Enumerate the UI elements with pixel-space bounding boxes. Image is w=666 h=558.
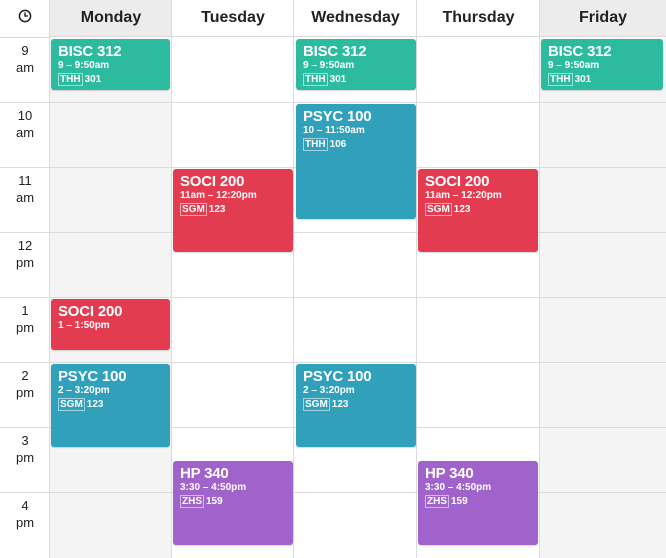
- room-number: 159: [451, 496, 468, 507]
- day-header-thursday: Thursday: [417, 0, 540, 37]
- time-label-12pm: 12 pm: [15, 238, 35, 270]
- building-tag: SGM: [58, 398, 85, 411]
- day-header-wednesday: Wednesday: [294, 0, 417, 37]
- grid-divider: [0, 362, 666, 363]
- event-time: 3:30 – 4:50pm: [180, 482, 247, 493]
- event-title: BISC 312: [303, 43, 367, 60]
- room-number: 123: [86, 399, 104, 410]
- clock-cell: [0, 0, 50, 38]
- event-location: ZHS 159: [180, 495, 287, 508]
- building-tag: THH: [303, 138, 328, 151]
- room-number: 106: [329, 139, 347, 150]
- event-location: SGM 123: [425, 203, 532, 216]
- grid-divider: [0, 492, 666, 493]
- event-location: SGM 123: [58, 398, 164, 411]
- event-time: 11am – 12:20pm: [180, 190, 257, 201]
- room-number: 123: [453, 204, 471, 215]
- event-card[interactable]: SOCI 200 11am – 12:20pm SGM 123: [418, 169, 538, 252]
- event-time: 1 – 1:50pm: [58, 320, 110, 331]
- event-card[interactable]: SOCI 200 11am – 12:20pm SGM 123: [173, 169, 293, 252]
- time-label-9am: 9 am: [15, 43, 35, 75]
- event-title: PSYC 100: [303, 368, 372, 385]
- room-number: 159: [206, 496, 223, 507]
- event-time: 9 – 9:50am: [303, 60, 355, 71]
- event-time: 9 – 9:50am: [548, 60, 600, 71]
- building-tag: THH: [548, 73, 573, 86]
- building-tag: THH: [58, 73, 83, 86]
- event-location: THH 301: [303, 73, 410, 86]
- event-location: SGM 123: [180, 203, 287, 216]
- event-card[interactable]: HP 340 3:30 – 4:50pm ZHS 159: [418, 461, 538, 545]
- building-tag: ZHS: [425, 495, 449, 508]
- event-location: SGM 123: [303, 398, 410, 411]
- calendar-header: Monday Tuesday Wednesday Thursday Friday: [0, 0, 666, 38]
- day-header-monday: Monday: [50, 0, 172, 37]
- weekly-calendar: Monday Tuesday Wednesday Thursday Friday…: [0, 0, 666, 558]
- event-title: BISC 312: [548, 43, 612, 60]
- event-time: 11am – 12:20pm: [425, 190, 502, 201]
- event-title: BISC 312: [58, 43, 122, 60]
- grid-divider: [0, 102, 666, 103]
- event-card[interactable]: BISC 312 9 – 9:50am THH 301: [296, 39, 416, 90]
- grid-divider: [293, 0, 294, 558]
- event-title: SOCI 200: [180, 173, 245, 190]
- event-card[interactable]: HP 340 3:30 – 4:50pm ZHS 159: [173, 461, 293, 545]
- grid-divider: [0, 297, 666, 298]
- event-title: SOCI 200: [58, 303, 123, 320]
- event-card[interactable]: PSYC 100 2 – 3:20pm SGM 123: [296, 364, 416, 447]
- building-tag: ZHS: [180, 495, 204, 508]
- event-card[interactable]: BISC 312 9 – 9:50am THH 301: [541, 39, 663, 90]
- room-number: 301: [574, 74, 592, 85]
- event-card[interactable]: BISC 312 9 – 9:50am THH 301: [51, 39, 170, 90]
- room-number: 123: [208, 204, 226, 215]
- room-number: 301: [329, 74, 347, 85]
- time-label-3pm: 3 pm: [15, 433, 35, 465]
- event-title: PSYC 100: [58, 368, 127, 385]
- room-number: 301: [84, 74, 102, 85]
- building-tag: THH: [303, 73, 328, 86]
- time-label-1pm: 1 pm: [15, 303, 35, 335]
- grid-divider: [0, 232, 666, 233]
- time-label-2pm: 2 pm: [15, 368, 35, 400]
- monday-column: [50, 38, 172, 558]
- time-label-11am: 11 am: [15, 173, 35, 205]
- event-title: PSYC 100: [303, 108, 372, 125]
- building-tag: SGM: [425, 203, 452, 216]
- event-location: THH 106: [303, 138, 410, 151]
- building-tag: SGM: [180, 203, 207, 216]
- event-title: HP 340: [425, 465, 474, 482]
- event-time: 2 – 3:20pm: [58, 385, 110, 396]
- event-time: 3:30 – 4:50pm: [425, 482, 492, 493]
- grid-divider: [49, 0, 50, 558]
- room-number: 123: [331, 399, 349, 410]
- grid-divider: [539, 0, 540, 558]
- event-card[interactable]: PSYC 100 2 – 3:20pm SGM 123: [51, 364, 170, 447]
- event-card[interactable]: PSYC 100 10 – 11:50am THH 106: [296, 104, 416, 219]
- grid-divider: [171, 0, 172, 558]
- event-title: SOCI 200: [425, 173, 490, 190]
- building-tag: SGM: [303, 398, 330, 411]
- time-label-4pm: 4 pm: [15, 498, 35, 530]
- day-header-tuesday: Tuesday: [172, 0, 294, 37]
- event-time: 10 – 11:50am: [303, 125, 365, 136]
- event-card[interactable]: SOCI 200 1 – 1:50pm: [51, 299, 170, 350]
- clock-icon: [18, 9, 32, 28]
- event-location: THH 301: [58, 73, 164, 86]
- event-time: 2 – 3:20pm: [303, 385, 355, 396]
- friday-column: [540, 38, 666, 558]
- time-label-10am: 10 am: [15, 108, 35, 140]
- event-location: ZHS 159: [425, 495, 532, 508]
- grid-divider: [416, 0, 417, 558]
- day-header-friday: Friday: [540, 0, 666, 37]
- event-location: THH 301: [548, 73, 657, 86]
- event-title: HP 340: [180, 465, 229, 482]
- event-time: 9 – 9:50am: [58, 60, 110, 71]
